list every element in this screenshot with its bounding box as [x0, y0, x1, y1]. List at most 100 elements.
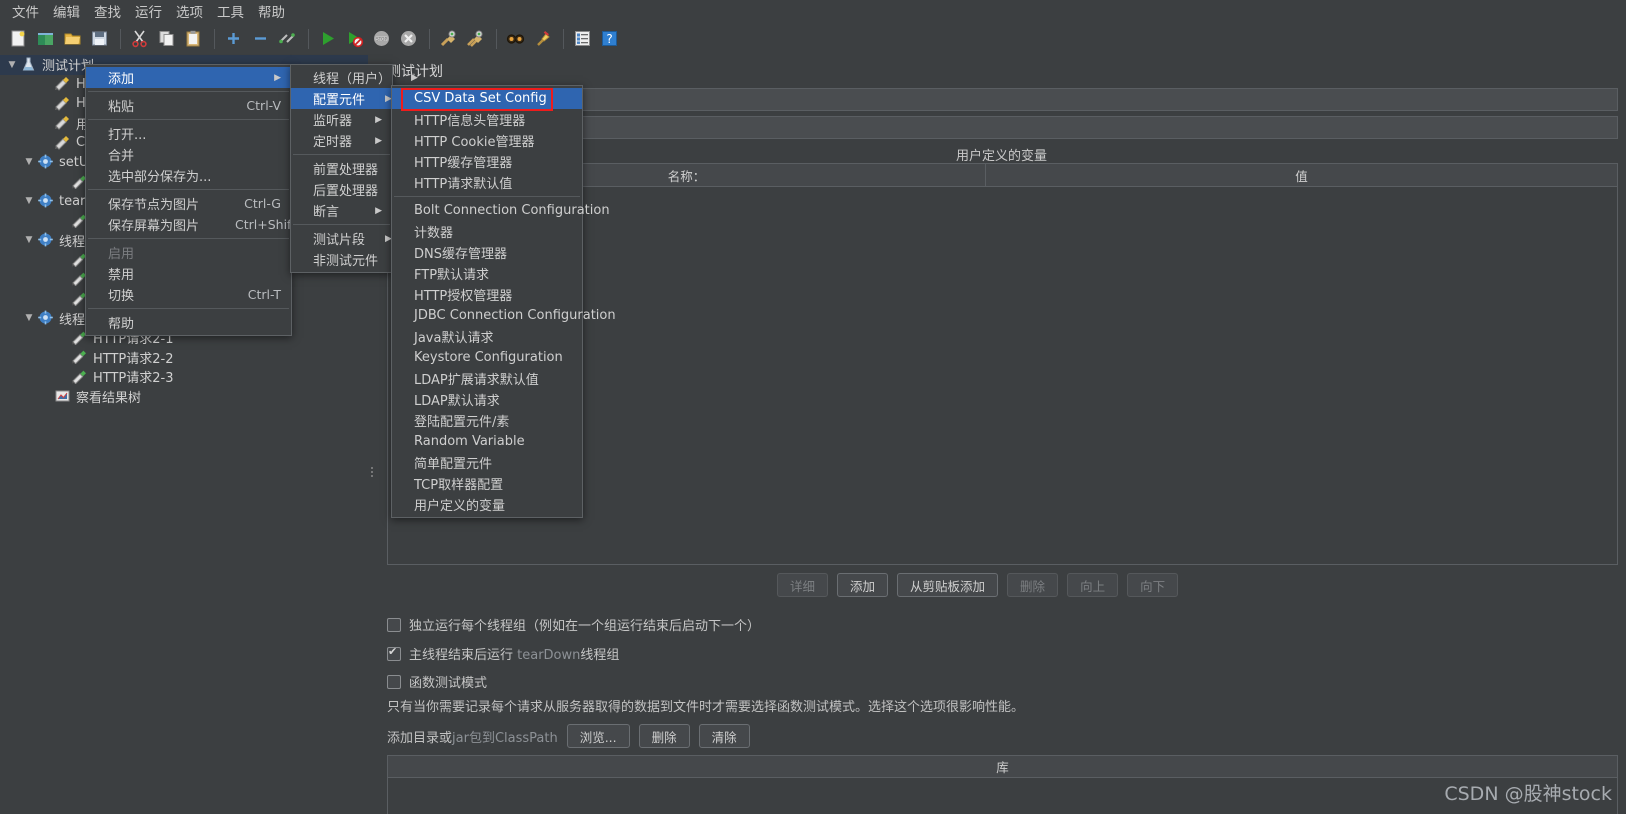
expand-icon[interactable]	[221, 27, 245, 51]
menu-item[interactable]: FTP默认请求	[392, 263, 582, 284]
menu-item[interactable]: 配置元件 ▶	[291, 88, 392, 109]
menu-item[interactable]: 添加 ▶	[86, 67, 291, 88]
button-2[interactable]: 从剪贴板添加	[897, 573, 999, 597]
tree-node[interactable]: 察看结果树	[0, 387, 368, 407]
clear-all-icon[interactable]	[463, 27, 487, 51]
function-helper-icon[interactable]	[570, 27, 594, 51]
menu-search[interactable]: 查找	[87, 0, 128, 23]
chevron-down-icon[interactable]: ▼	[21, 157, 37, 167]
tree-node[interactable]: HTTP请求2-3	[0, 367, 368, 387]
checkbox-box[interactable]	[387, 674, 401, 689]
menu-item[interactable]: HTTP Cookie管理器	[392, 130, 582, 151]
menu-item[interactable]: 禁用	[86, 263, 291, 284]
menu-item[interactable]: 前置处理器▶	[291, 158, 405, 179]
chevron-down-icon[interactable]: ▼	[21, 196, 37, 206]
menu-item[interactable]: 计数器	[392, 221, 582, 242]
menu-item[interactable]: Keystore Configuration	[392, 347, 582, 368]
open-icon[interactable]	[60, 27, 84, 51]
menu-options[interactable]: 选项	[169, 0, 210, 23]
menu-item[interactable]: 后置处理器▶	[291, 179, 405, 200]
clear-icon[interactable]	[436, 27, 460, 51]
library-table[interactable]: 库	[387, 755, 1618, 814]
menu-help[interactable]: 帮助	[251, 0, 292, 23]
tree-context-menu[interactable]: 添加 ▶ 粘贴 Ctrl-V 打开... 合并 选中部分保存为... 保存节点为图片 Ctrl-…	[85, 64, 311, 336]
udv-column-value[interactable]: 值	[986, 164, 1617, 186]
checkbox-independent-thread-groups[interactable]: 独立运行每个线程组（例如在一个组运行结束后启动下一个）	[387, 615, 760, 634]
menu-item[interactable]: 合并	[86, 144, 291, 165]
splitter-grip[interactable]	[371, 465, 374, 483]
cut-icon[interactable]	[127, 27, 151, 51]
menu-item[interactable]: 保存屏幕为图片 Ctrl+Shift-G	[86, 214, 311, 235]
thread-group-icon	[37, 154, 55, 170]
config-element-submenu[interactable]: CSV Data Set Config HTTP信息头管理器 HTTP Cookie…	[391, 85, 616, 518]
toolbar-separator	[563, 28, 564, 49]
menu-item[interactable]: JDBC Connection Configuration	[392, 305, 616, 326]
http-request-icon	[54, 115, 72, 131]
button-1[interactable]: 添加	[837, 573, 889, 597]
menu-item[interactable]: LDAP扩展请求默认值	[392, 368, 582, 389]
menu-item[interactable]: 用户定义的变量	[392, 494, 582, 515]
checkbox-box[interactable]	[387, 645, 401, 661]
chevron-down-icon[interactable]: ▼	[21, 313, 37, 323]
checkbox-box[interactable]	[387, 617, 401, 632]
menu-edit[interactable]: 编辑	[46, 0, 87, 23]
start-no-pause-icon[interactable]	[342, 27, 366, 51]
menu-item[interactable]: CSV Data Set Config	[392, 88, 582, 109]
menu-item[interactable]: 登陆配置元件/素	[392, 410, 582, 431]
menu-item[interactable]: 非测试元件▶	[291, 249, 405, 270]
button-5[interactable]: 向下	[1127, 573, 1179, 597]
button-0[interactable]: 详细	[777, 573, 829, 597]
stop-icon[interactable]: STOP	[369, 27, 393, 51]
menu-item[interactable]: Random Variable	[392, 431, 582, 452]
button-0[interactable]: 浏览...	[566, 724, 630, 748]
menu-item[interactable]: 线程（用户） ▶	[291, 67, 418, 88]
start-icon[interactable]	[315, 27, 339, 51]
save-icon[interactable]	[87, 27, 111, 51]
menu-item[interactable]: 启用	[86, 242, 291, 263]
menu-item[interactable]: 选中部分保存为...	[86, 165, 291, 186]
collapse-icon[interactable]	[248, 27, 272, 51]
menu-item[interactable]: 切换 Ctrl-T	[86, 284, 291, 305]
tree-node[interactable]: HTTP请求2-2	[0, 348, 368, 368]
menu-item[interactable]: HTTP授权管理器	[392, 284, 582, 305]
menu-item[interactable]: 帮助	[86, 312, 291, 333]
menu-item[interactable]: HTTP信息头管理器	[392, 109, 582, 130]
search-icon[interactable]	[503, 27, 527, 51]
menu-item[interactable]: TCP取样器配置	[392, 473, 582, 494]
search-reset-icon[interactable]	[530, 27, 554, 51]
paste-icon[interactable]	[181, 27, 205, 51]
button-1[interactable]: 删除	[638, 724, 690, 748]
menu-file[interactable]: 文件	[5, 0, 46, 23]
menu-tools[interactable]: 工具	[210, 0, 251, 23]
new-icon[interactable]	[6, 27, 30, 51]
copy-icon[interactable]	[154, 27, 178, 51]
checkbox-functional-test-mode[interactable]: 函数测试模式	[387, 672, 487, 691]
add-submenu[interactable]: 线程（用户） ▶ 配置元件 ▶ 监听器 ▶ 定时器 ▶ 前置处理器▶后置处理器▶ 断言 ▶ 测试片段 ▶…	[290, 64, 418, 273]
menu-item[interactable]: 断言 ▶	[291, 200, 392, 221]
menu-item[interactable]: HTTP缓存管理器	[392, 151, 582, 172]
menu-item[interactable]: 监听器 ▶	[291, 109, 392, 130]
menu-item[interactable]: 粘贴 Ctrl-V	[86, 95, 291, 116]
checkbox-run-teardown[interactable]: 主线程结束后运行 tearDown线程组	[387, 644, 619, 663]
chevron-down-icon[interactable]: ▼	[21, 235, 37, 245]
shutdown-icon[interactable]	[396, 27, 420, 51]
menu-item[interactable]: 测试片段 ▶	[291, 228, 392, 249]
menu-run[interactable]: 运行	[128, 0, 169, 23]
menu-item[interactable]: 定时器 ▶	[291, 130, 392, 151]
button-4[interactable]: 向上	[1067, 573, 1119, 597]
menu-item[interactable]: LDAP默认请求	[392, 389, 582, 410]
menu-item[interactable]: DNS缓存管理器	[392, 242, 582, 263]
templates-icon[interactable]	[33, 27, 57, 51]
help-icon[interactable]: ?	[597, 27, 621, 51]
menu-item[interactable]: Java默认请求	[392, 326, 582, 347]
button-2[interactable]: 清除	[698, 724, 750, 748]
menu-item[interactable]: 保存节点为图片 Ctrl-G	[86, 193, 291, 214]
menu-item[interactable]: 打开...	[86, 123, 291, 144]
chevron-down-icon[interactable]: ▼	[4, 60, 20, 70]
classpath-row: 添加目录或jar包到ClassPath 浏览... 删除 清除	[387, 724, 750, 748]
menu-item[interactable]: 简单配置元件	[392, 452, 582, 473]
menu-item[interactable]: HTTP请求默认值	[392, 172, 582, 193]
toggle-icon[interactable]	[275, 27, 299, 51]
button-3[interactable]: 删除	[1007, 573, 1059, 597]
menu-item[interactable]: Bolt Connection Configuration	[392, 200, 610, 221]
